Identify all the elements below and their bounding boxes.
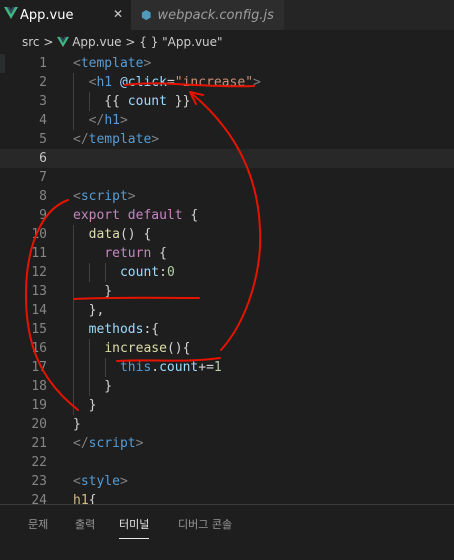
line-number: 23 <box>31 474 47 489</box>
code-text: <template> <box>73 56 152 71</box>
code-line-current: 6 <box>0 149 454 168</box>
line-number: 2 <box>39 75 47 90</box>
line-number: 7 <box>39 170 47 185</box>
line-number: 18 <box>31 379 47 394</box>
code-line: 23 <style> <box>0 472 454 491</box>
code-text: } <box>73 398 97 413</box>
line-number: 20 <box>31 417 47 432</box>
tab-label: webpack.config.js <box>157 7 274 23</box>
line-number: 9 <box>39 208 47 223</box>
line-number: 16 <box>31 341 47 356</box>
line-number: 1 <box>39 56 47 71</box>
code-line: 22 <box>0 453 454 472</box>
breadcrumb-separator: > <box>39 35 58 49</box>
code-line: 9 export default { <box>0 206 454 225</box>
code-text: </template> <box>73 132 160 147</box>
close-icon[interactable]: ✕ <box>113 7 123 21</box>
code-text: export default { <box>73 208 199 223</box>
code-line: 4 </h1> <box>0 111 454 130</box>
code-line: 17 this.count+=1 <box>0 358 454 377</box>
line-number: 11 <box>31 246 47 261</box>
line-number: 6 <box>39 151 47 166</box>
code-text: methods:{ <box>88 322 160 337</box>
vue-icon <box>57 36 70 48</box>
code-text: } <box>73 417 81 432</box>
code-line: 10 data() { <box>0 225 454 244</box>
code-line: 16 increase(){ <box>0 339 454 358</box>
tab-label: App.vue <box>20 7 74 23</box>
breadcrumb: src > App.vue > { } "App.vue" <box>0 30 454 54</box>
line-number: 14 <box>31 303 47 318</box>
code-text: <h1 @click="increase"> <box>88 75 261 90</box>
code-line: 12 count:0 <box>0 263 454 282</box>
code-line: 15 methods:{ <box>0 320 454 339</box>
code-line: 14 }, <box>0 301 454 320</box>
code-line: 24 h1{ <box>0 491 454 504</box>
code-text: return { <box>104 246 167 261</box>
code-editor[interactable]: 1 <template> 2 <h1 @click="increase"> 3 … <box>0 54 454 504</box>
code-text: </h1> <box>88 113 128 128</box>
line-number: 10 <box>31 227 47 242</box>
line-number: 15 <box>31 322 47 337</box>
line-number: 12 <box>31 265 47 280</box>
code-line: 2 <h1 @click="increase"> <box>0 73 454 92</box>
line-number: 4 <box>39 113 47 128</box>
code-line: 19 } <box>0 396 454 415</box>
code-line: 11 return { <box>0 244 454 263</box>
code-text: <style> <box>73 474 128 489</box>
code-line: 8 <script> <box>0 187 454 206</box>
line-number: 3 <box>39 94 47 109</box>
code-line: 1 <template> <box>0 54 454 73</box>
code-line: 20 } <box>0 415 454 434</box>
code-text: } <box>73 284 113 299</box>
breadcrumb-file[interactable]: App.vue <box>72 35 121 49</box>
breadcrumb-symbol[interactable]: { } "App.vue" <box>139 35 222 49</box>
line-number: 19 <box>31 398 47 413</box>
tab-problems[interactable]: 문제 <box>28 516 48 532</box>
code-line: 18 } <box>0 377 454 396</box>
line-number: 5 <box>39 132 47 147</box>
code-line: 7 <box>0 168 454 187</box>
editor-tab-bar: App.vue ✕ ⬢ webpack.config.js <box>0 0 454 30</box>
line-number: 13 <box>31 284 47 299</box>
tab-webpack-config[interactable]: ⬢ webpack.config.js <box>131 0 284 30</box>
tab-terminal[interactable]: 터미널 <box>119 516 150 539</box>
tab-output[interactable]: 출력 <box>75 516 95 532</box>
code-text: data() { <box>88 227 152 242</box>
code-text: } <box>73 379 113 394</box>
code-line: 3 {{ count }} <box>0 92 454 111</box>
settings-icon: ⬢ <box>141 8 152 22</box>
tab-debug-console[interactable]: 디버그 콘솔 <box>178 516 232 532</box>
code-text: }, <box>73 303 105 318</box>
code-line: 5 </template> <box>0 130 454 149</box>
line-number: 24 <box>31 493 47 504</box>
code-text: this.count+=1 <box>119 360 222 375</box>
code-line: 21 </script> <box>0 434 454 453</box>
line-number: 22 <box>31 455 47 470</box>
tab-app-vue[interactable]: App.vue ✕ <box>0 0 131 30</box>
code-text: </script> <box>73 436 144 451</box>
line-number: 8 <box>39 189 47 204</box>
vue-icon <box>4 7 18 19</box>
breadcrumb-folder[interactable]: src <box>22 35 40 49</box>
line-number: 17 <box>31 360 47 375</box>
code-text: increase(){ <box>104 341 191 356</box>
code-line: 13 } <box>0 282 454 301</box>
code-text: <script> <box>73 189 136 204</box>
bottom-panel: 문제 출력 터미널 디버그 콘솔 <box>0 504 454 560</box>
code-text: h1{ <box>73 493 97 504</box>
line-number: 21 <box>31 436 47 451</box>
code-text: {{ count }} <box>73 94 191 109</box>
breadcrumb-separator: > <box>121 35 140 49</box>
